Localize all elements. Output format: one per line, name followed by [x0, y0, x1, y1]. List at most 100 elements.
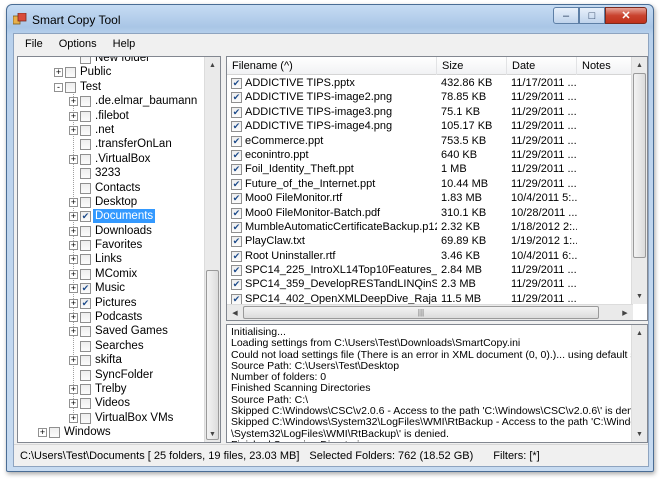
tree-item-label[interactable]: Trelby	[93, 382, 129, 396]
file-checkbox[interactable]: ✔	[231, 178, 242, 190]
tree-item-checkbox[interactable]	[80, 124, 91, 136]
expand-icon[interactable]: +	[69, 298, 78, 308]
menu-help[interactable]: Help	[105, 38, 144, 50]
expand-icon[interactable]: +	[69, 399, 78, 409]
file-name-cell[interactable]: ✔ Moo0 FileMonitor.rtf	[227, 191, 437, 205]
file-checkbox[interactable]: ✔	[231, 149, 242, 161]
folder-tree[interactable]: New folder + Public - Test + .de.elmar_baumann…	[17, 56, 221, 443]
scroll-left-arrow-icon[interactable]: ◀	[227, 305, 243, 320]
tree-item-checkbox[interactable]: ✔	[80, 211, 91, 223]
menu-file[interactable]: File	[17, 38, 51, 50]
tree-item[interactable]: Searches	[18, 339, 206, 353]
tree-item-label[interactable]: Windows	[62, 425, 113, 439]
tree-item-label[interactable]: skifta	[93, 353, 124, 367]
tree-item-checkbox[interactable]	[80, 383, 91, 395]
file-checkbox[interactable]: ✔	[231, 193, 242, 205]
tree-item-checkbox[interactable]	[80, 168, 91, 180]
close-button[interactable]: ✕	[605, 7, 647, 24]
tree-item-label[interactable]: Saved Games	[93, 324, 170, 338]
tree-item-label[interactable]: MComix	[93, 267, 139, 281]
file-name-cell[interactable]: ✔ ADDICTIVE TIPS.pptx	[227, 76, 437, 90]
file-name-cell[interactable]: ✔SPC14_359_DevelopRESTandLINQinSPS14_...	[227, 277, 437, 291]
tree-item[interactable]: + skifta	[18, 353, 206, 367]
tree-item-checkbox[interactable]	[80, 225, 91, 237]
tree-item-label[interactable]: Videos	[93, 396, 132, 410]
tree-item[interactable]: + Favorites	[18, 238, 206, 252]
tree-item[interactable]: + Desktop	[18, 195, 206, 209]
file-checkbox[interactable]: ✔	[231, 78, 242, 89]
tree-item-checkbox[interactable]	[80, 196, 91, 208]
expand-icon[interactable]: +	[69, 269, 78, 279]
expand-icon[interactable]: +	[69, 327, 78, 337]
file-row[interactable]: ✔ ADDICTIVE TIPS-image2.png 78.85 KB 11/29/…	[227, 90, 633, 104]
scroll-down-arrow-icon[interactable]: ▼	[632, 288, 647, 304]
file-name-cell[interactable]: ✔ ADDICTIVE TIPS-image3.png	[227, 105, 437, 119]
tree-item[interactable]: + .filebot	[18, 109, 206, 123]
tree-item-label[interactable]: Searches	[93, 339, 146, 353]
tree-item[interactable]: Contacts	[18, 181, 206, 195]
expand-icon[interactable]: +	[69, 413, 78, 423]
tree-item-label[interactable]: .filebot	[93, 109, 131, 123]
expand-icon[interactable]: +	[69, 111, 78, 121]
tree-item[interactable]: + Downloads	[18, 224, 206, 238]
file-checkbox[interactable]: ✔	[231, 106, 242, 118]
tree-vertical-scrollbar[interactable]: ▲ ▼	[204, 57, 220, 442]
file-row[interactable]: ✔ ADDICTIVE TIPS-image4.png 105.17 KB 11/29…	[227, 119, 633, 133]
file-row[interactable]: ✔ Root Uninstaller.rtf 3.46 KB 10/4/2011 6:…	[227, 249, 633, 263]
tree-item-checkbox[interactable]	[80, 57, 91, 64]
tree-item[interactable]: + ✔ Pictures	[18, 296, 206, 310]
tree-item-checkbox[interactable]	[80, 412, 91, 424]
file-checkbox[interactable]: ✔	[231, 279, 242, 291]
file-name-cell[interactable]: ✔ PlayClaw.txt	[227, 234, 437, 248]
scroll-down-arrow-icon[interactable]: ▼	[632, 426, 647, 442]
tree-item-label[interactable]: Public	[78, 65, 113, 79]
expand-icon[interactable]: +	[69, 284, 78, 294]
column-notes[interactable]: Notes	[577, 57, 633, 75]
tree-item-label[interactable]: Contacts	[93, 181, 142, 195]
file-row[interactable]: ✔ ADDICTIVE TIPS-image3.png 75.1 KB 11/29/2…	[227, 105, 633, 119]
tree-item-checkbox[interactable]	[80, 182, 91, 194]
tree-item[interactable]: + ✔ Music	[18, 281, 206, 295]
menu-options[interactable]: Options	[51, 38, 105, 50]
column-filename[interactable]: Filename (^)	[227, 57, 437, 75]
tree-item[interactable]: + Public	[18, 65, 206, 79]
column-date[interactable]: Date	[507, 57, 577, 75]
tree-item-label[interactable]: Desktop	[93, 195, 139, 209]
tree-item[interactable]: .transferOnLan	[18, 137, 206, 151]
tree-item[interactable]: + Trelby	[18, 382, 206, 396]
tree-item-label[interactable]: Pictures	[93, 296, 139, 310]
file-checkbox[interactable]: ✔	[231, 221, 242, 233]
expand-icon[interactable]: +	[69, 384, 78, 394]
expand-icon[interactable]: +	[54, 68, 63, 78]
tree-item-checkbox[interactable]	[80, 268, 91, 280]
title-bar[interactable]: Smart Copy Tool – □ ✕	[7, 5, 653, 32]
log-output[interactable]: Initialising... Loading settings from C:\…	[226, 324, 648, 443]
tree-item-label[interactable]: VirtualBox VMs	[93, 411, 175, 425]
tree-item-label[interactable]: Music	[93, 281, 127, 295]
file-row[interactable]: ✔ econintro.ppt 640 KB 11/29/2011 ...	[227, 148, 633, 162]
tree-item[interactable]: + .de.elmar_baumann	[18, 94, 206, 108]
expand-icon[interactable]: +	[69, 97, 78, 107]
tree-item[interactable]: + MComix	[18, 267, 206, 281]
file-name-cell[interactable]: ✔ eCommerce.ppt	[227, 134, 437, 148]
file-name-cell[interactable]: ✔ Moo0 FileMonitor-Batch.pdf	[227, 206, 437, 220]
tree-item-checkbox[interactable]	[80, 326, 91, 338]
tree-item[interactable]: + .VirtualBox	[18, 152, 206, 166]
file-checkbox[interactable]: ✔	[231, 250, 242, 262]
expand-icon[interactable]: +	[69, 255, 78, 265]
file-checkbox[interactable]: ✔	[231, 207, 242, 219]
tree-item-label[interactable]: 3233	[93, 166, 123, 180]
tree-item-checkbox[interactable]	[80, 240, 91, 252]
tree-item-checkbox[interactable]	[49, 427, 60, 439]
collapse-icon[interactable]: -	[54, 82, 63, 92]
file-checkbox[interactable]: ✔	[231, 265, 242, 277]
tree-item-label[interactable]: Documents	[93, 209, 156, 224]
tree-item-checkbox[interactable]	[80, 153, 91, 165]
file-row[interactable]: ✔ Moo0 FileMonitor-Batch.pdf 310.1 KB 10/28…	[227, 206, 633, 220]
tree-item-checkbox[interactable]	[80, 355, 91, 367]
file-row[interactable]: ✔ ADDICTIVE TIPS.pptx 432.86 KB 11/17/2011 …	[227, 76, 633, 90]
tree-item-label[interactable]: .VirtualBox	[93, 152, 152, 166]
file-checkbox[interactable]: ✔	[231, 236, 242, 248]
tree-item[interactable]: + Links	[18, 252, 206, 266]
tree-item[interactable]: + ✔ Documents	[18, 209, 206, 224]
